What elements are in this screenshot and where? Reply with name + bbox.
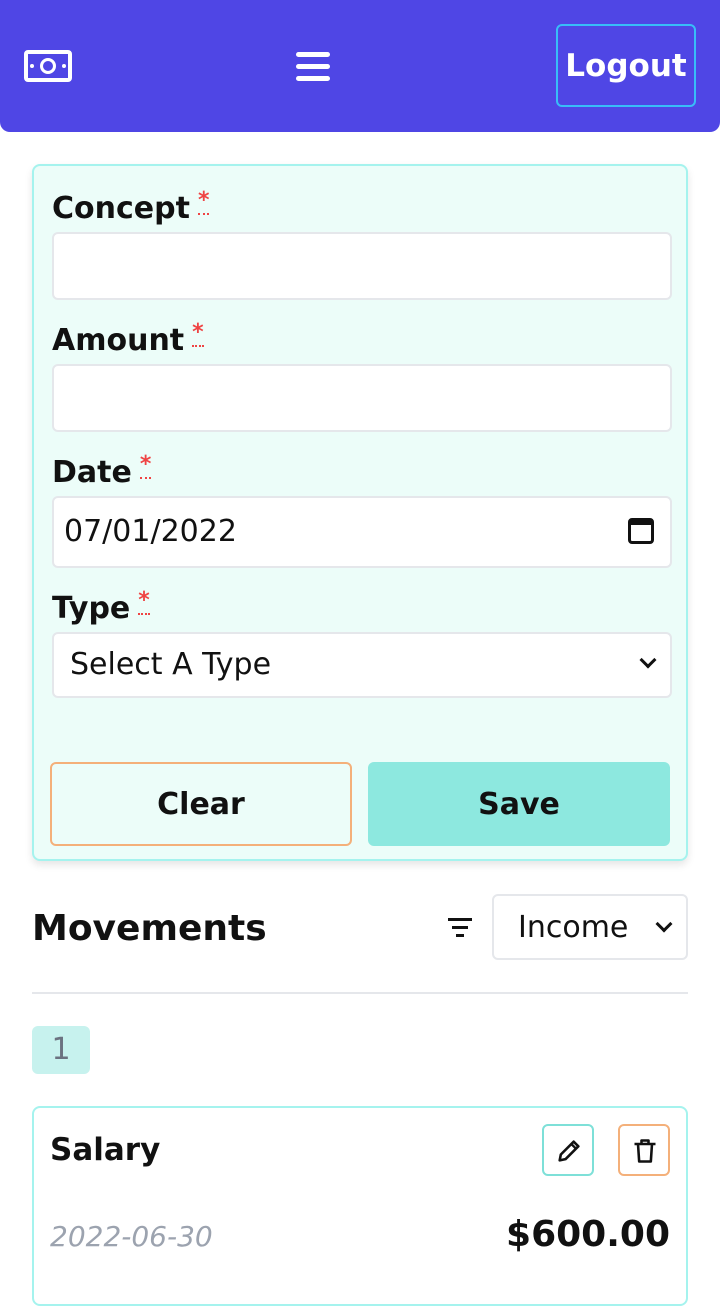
clear-button[interactable]: Clear [50,762,352,846]
page-indicator[interactable]: 1 [32,1026,90,1074]
app-header: Logout [0,0,720,132]
required-mark: * [197,188,210,215]
divider [32,992,688,994]
movement-form: Concept * Amount * Date * 07/01/2022 Type * … [32,164,688,861]
chevron-down-icon [639,651,657,669]
date-label: Date * [52,452,152,490]
amount-input[interactable] [52,364,672,432]
movements-title: Movements [32,908,267,949]
filter-icon [448,918,474,940]
calendar-icon[interactable] [628,518,654,544]
concept-label: Concept * [52,188,210,226]
filter-selected-value: Income [518,910,629,945]
movement-card: Salary 2022-06-30 $600.00 [32,1106,688,1306]
chevron-down-icon [655,915,673,933]
movement-type-filter[interactable]: Income [492,894,688,960]
required-mark: * [139,452,152,479]
required-mark: * [192,320,204,347]
hamburger-menu-icon[interactable] [296,50,332,82]
date-input[interactable]: 07/01/2022 [52,496,672,568]
required-mark: * [138,588,150,615]
save-button[interactable]: Save [368,762,670,846]
delete-button[interactable] [618,1124,670,1176]
logout-button[interactable]: Logout [556,24,696,107]
amount-label: Amount * [52,320,204,358]
trash-icon [634,1139,656,1163]
date-label-text: Date [52,455,132,490]
movement-amount: $600.00 [506,1214,670,1255]
type-select[interactable]: Select A Type [52,632,672,698]
movement-date: 2022-06-30 [50,1220,213,1253]
type-selected-value: Select A Type [70,647,272,682]
money-bill-icon[interactable] [24,50,72,82]
movement-concept: Salary [50,1132,161,1168]
amount-label-text: Amount [52,323,185,358]
type-label-text: Type [52,591,131,626]
pencil-icon [558,1140,580,1162]
edit-button[interactable] [542,1124,594,1176]
concept-label-text: Concept [52,191,190,226]
date-value: 07/01/2022 [64,514,237,549]
concept-input[interactable] [52,232,672,300]
type-label: Type * [52,588,150,626]
